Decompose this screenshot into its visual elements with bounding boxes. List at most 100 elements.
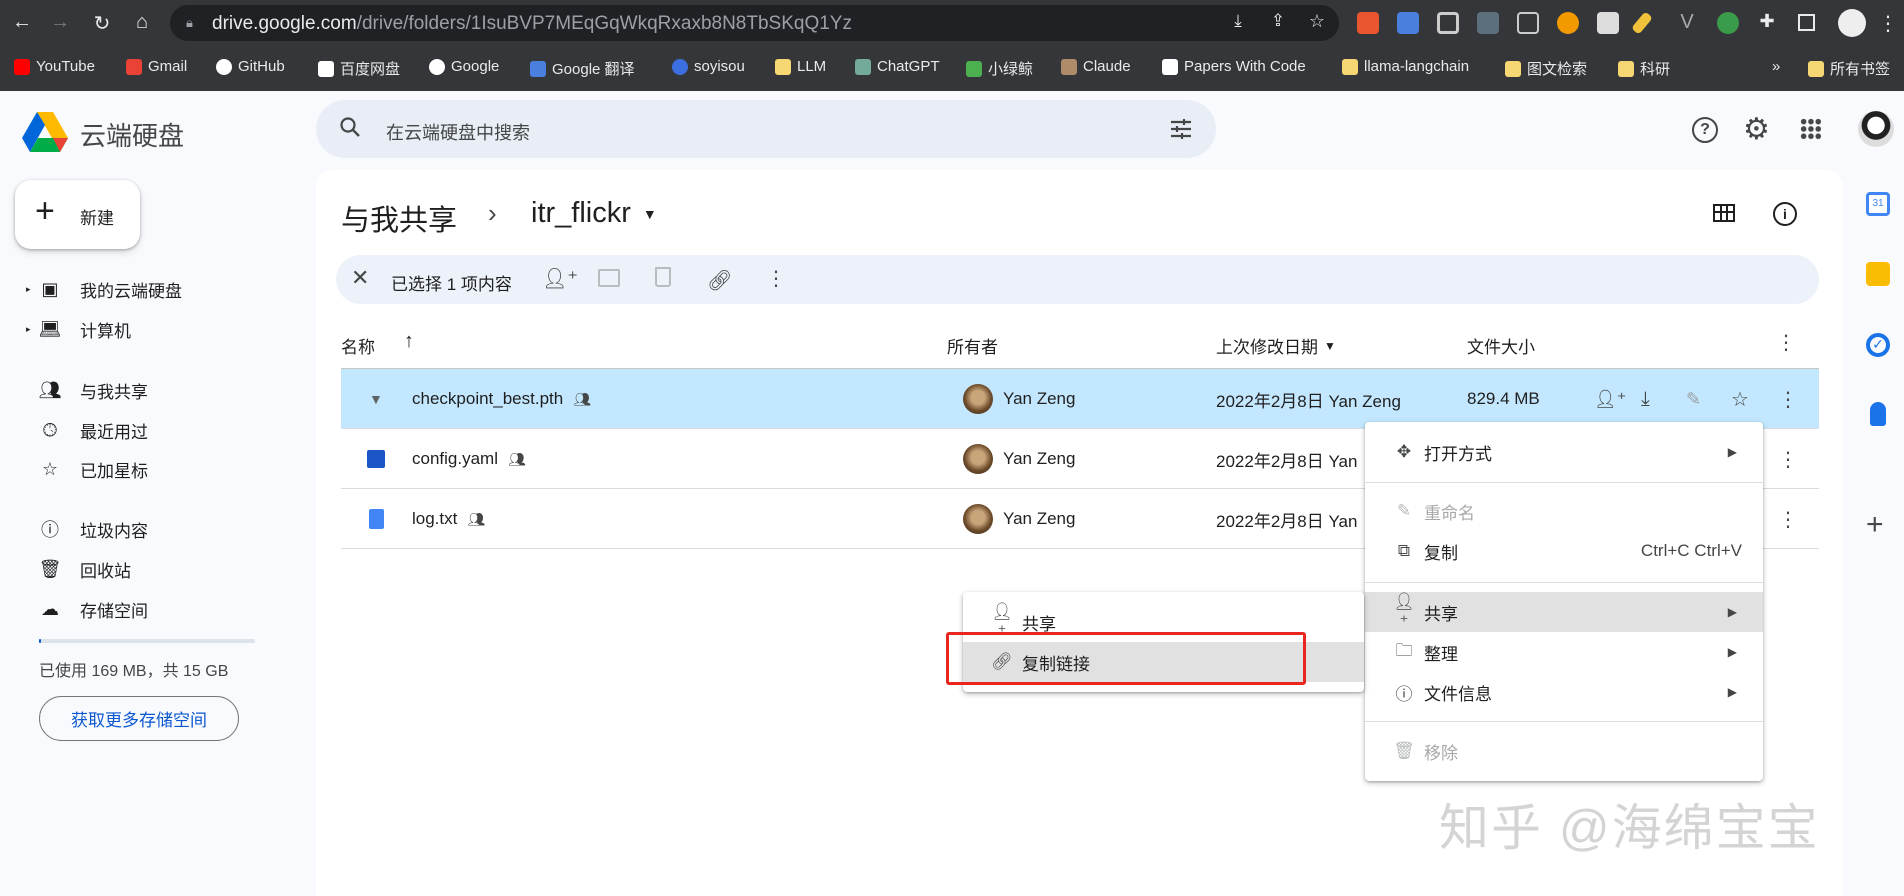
details-info-icon[interactable]: i (1773, 202, 1797, 226)
search-options-icon[interactable] (1168, 116, 1194, 147)
more-options-icon[interactable]: ⋮ (1778, 489, 1798, 549)
menu-item-share[interactable]: 👤︎⁺ 共享 ▶ (1365, 592, 1763, 632)
highlight-annotation-box (946, 632, 1306, 685)
sidebar-item-recent[interactable]: 🕓︎ 最近用过 (0, 412, 250, 448)
settings-gear-icon[interactable]: ⚙ (1743, 112, 1770, 147)
search-icon[interactable] (338, 115, 362, 144)
owner-avatar (963, 504, 993, 534)
url-text[interactable]: drive.google.com/drive/folders/1IsuBVP7M… (212, 13, 852, 35)
sidebar-item-spam[interactable]: ⓘ 垃圾内容 (0, 511, 250, 547)
sidebar-item-shared-with-me[interactable]: 👥︎ 与我共享 (0, 372, 250, 408)
drive-logo[interactable] (22, 112, 68, 157)
translate-extension-icon[interactable] (1397, 12, 1419, 34)
calendar-icon[interactable]: 31 (1866, 192, 1890, 216)
bookmark-gmail[interactable]: Gmail (126, 58, 187, 75)
menu-item-file-info[interactable]: ⓘ 文件信息 ▶ (1365, 672, 1763, 712)
menu-item-remove[interactable]: 🗑︎ 移除 (1365, 731, 1763, 771)
sidebar-item-starred[interactable]: ☆ 已加星标 (0, 451, 250, 487)
bookmark-github[interactable]: GitHub (216, 58, 285, 75)
bookmark-llm[interactable]: LLM (775, 58, 826, 75)
new-button[interactable]: + 新建 (15, 180, 140, 249)
menu-item-copy[interactable]: ⧉ 复制 Ctrl+C Ctrl+V (1365, 531, 1763, 571)
share-page-icon[interactable]: ⇪ (1266, 11, 1290, 31)
more-options-icon[interactable]: ⋮ (1778, 429, 1798, 489)
file-row[interactable]: ▼ checkpoint_best.pth 👥︎ Yan Zeng 2022年2月… (341, 369, 1819, 429)
column-header-name[interactable]: 名称 (341, 333, 375, 358)
keep-icon[interactable] (1866, 262, 1890, 286)
bookmark-star-icon[interactable]: ☆ (1305, 11, 1329, 32)
more-options-icon[interactable]: ⋮ (1778, 369, 1798, 429)
share-icon[interactable]: 👤︎⁺ (1594, 369, 1626, 429)
column-header-modified[interactable]: 上次修改日期 ▼ (1216, 333, 1336, 358)
move-folder-icon[interactable] (598, 269, 620, 287)
column-header-size[interactable]: 文件大小 (1467, 333, 1535, 358)
sort-ascending-icon[interactable]: ↑ (404, 330, 414, 353)
column-options-icon[interactable]: ⋮ (1776, 330, 1796, 355)
sidebar-item-trash[interactable]: 🗑︎ 回收站 (0, 551, 250, 587)
sidebar-item-computers[interactable]: ▸ 💻︎ 计算机 (0, 311, 250, 347)
clear-selection-icon[interactable]: ✕ (351, 265, 369, 291)
bookmark-soyisou[interactable]: soyisou (672, 58, 745, 75)
side-panel-icon[interactable] (1798, 14, 1815, 31)
sidebar-item-storage[interactable]: ☁︎ 存储空间 (0, 591, 250, 627)
extension-icon[interactable] (1717, 12, 1739, 34)
menu-icon[interactable]: ⋮ (1876, 11, 1900, 36)
all-bookmarks[interactable]: 所有书签 (1808, 58, 1890, 79)
grid-view-icon[interactable] (1713, 204, 1735, 222)
home-icon[interactable]: ⌂ (130, 11, 154, 34)
forward-icon[interactable]: → (48, 11, 72, 34)
more-actions-icon[interactable]: ⋮ (766, 266, 786, 291)
clock-extension-icon[interactable] (1557, 12, 1579, 34)
bookmark-xiaolvjing[interactable]: 小绿鲸 (966, 58, 1033, 79)
bookmark-youtube[interactable]: YouTube (14, 58, 95, 75)
shared-icon: 👥︎ (573, 390, 591, 407)
bookmark-claude[interactable]: Claude (1061, 58, 1131, 75)
extension-icon[interactable] (1437, 12, 1459, 34)
bookmark-google[interactable]: Google (429, 58, 499, 75)
sidebar-item-my-drive[interactable]: ▸ ▣ 我的云端硬盘 (0, 271, 250, 307)
contacts-icon[interactable] (1870, 402, 1886, 426)
bookmark-paperswithcode[interactable]: Papers With Code (1162, 58, 1306, 75)
menu-item-open-with[interactable]: ✥ 打开方式 ▶ (1365, 432, 1763, 472)
menu-item-organize[interactable]: 🗀 整理 ▶ (1365, 632, 1763, 672)
modified-label: 上次修改日期 (1216, 338, 1318, 357)
puzzle-icon[interactable]: ✚ (1755, 11, 1779, 32)
extension-icon[interactable] (1517, 12, 1539, 34)
delete-trash-icon[interactable] (655, 267, 671, 287)
bookmark-google-translate[interactable]: Google 翻译 (530, 58, 635, 79)
star-icon[interactable]: ☆ (1731, 369, 1749, 429)
add-addon-icon[interactable]: + (1866, 508, 1884, 542)
install-icon[interactable]: ⤓ (1226, 11, 1250, 31)
extension-icon[interactable] (1477, 12, 1499, 34)
bookmark-baidu[interactable]: 百度网盘 (318, 58, 400, 79)
rename-pencil-icon[interactable]: ✎ (1686, 369, 1701, 429)
bookmark-chatgpt[interactable]: ChatGPT (855, 58, 940, 75)
share-person-add-icon[interactable]: 👤︎⁺ (542, 266, 578, 291)
breadcrumb-shared-with-me[interactable]: 与我共享 (341, 197, 457, 239)
submenu-arrow-icon: ▶ (1727, 445, 1737, 459)
account-avatar[interactable] (1858, 111, 1894, 147)
storage-bar (39, 639, 255, 643)
profile-avatar[interactable] (1838, 9, 1866, 37)
expand-arrow-icon[interactable]: ▸ (26, 324, 31, 335)
bookmark-image-text-retrieval[interactable]: 图文检索 (1505, 58, 1587, 79)
copy-link-icon[interactable]: 🔗︎ (707, 268, 732, 293)
expand-arrow-icon[interactable]: ▸ (26, 284, 31, 295)
column-header-owner[interactable]: 所有者 (947, 333, 998, 358)
extension-icon[interactable] (1597, 12, 1619, 34)
help-icon[interactable]: ? (1692, 117, 1718, 143)
bookmark-llama-langchain[interactable]: llama-langchain (1342, 58, 1469, 75)
get-more-storage-button[interactable]: 获取更多存储空间 (39, 696, 239, 741)
search-input[interactable]: 在云端硬盘中搜索 (386, 119, 530, 145)
extension-icon[interactable] (1357, 12, 1379, 34)
bookmark-research[interactable]: 科研 (1618, 58, 1670, 79)
reload-icon[interactable]: ↻ (90, 11, 114, 36)
extension-icon[interactable]: V (1675, 11, 1699, 34)
breadcrumb-current-folder[interactable]: itr_flickr ▼ (531, 197, 657, 230)
download-icon[interactable]: ⤓ (1641, 369, 1650, 429)
apps-grid-icon[interactable] (1800, 118, 1822, 140)
menu-item-rename[interactable]: ✎ 重命名 (1365, 491, 1763, 531)
more-bookmarks-button[interactable]: » (1772, 58, 1780, 75)
tasks-icon[interactable]: ✓ (1866, 333, 1890, 357)
back-icon[interactable]: ← (10, 11, 34, 34)
